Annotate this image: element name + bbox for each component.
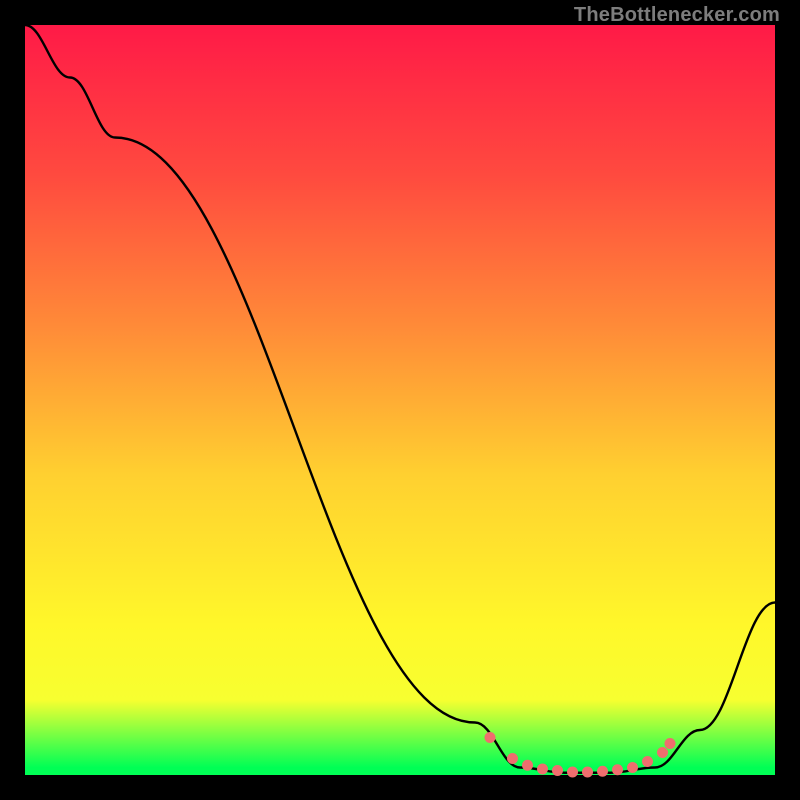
optimal-range-marker	[522, 760, 533, 771]
optimal-range-marker	[612, 764, 623, 775]
optimal-range-marker	[552, 765, 563, 776]
optimal-range-marker	[627, 762, 638, 773]
optimal-range-marker	[642, 756, 653, 767]
bottleneck-chart-svg	[25, 25, 775, 775]
optimal-range-marker	[657, 747, 668, 758]
optimal-range-markers	[485, 732, 676, 778]
attribution-label: TheBottlenecker.com	[574, 4, 780, 27]
optimal-range-marker	[665, 738, 676, 749]
optimal-range-marker	[582, 767, 593, 778]
optimal-range-marker	[507, 753, 518, 764]
optimal-range-marker	[485, 732, 496, 743]
optimal-range-marker	[597, 766, 608, 777]
chart-container: TheBottlenecker.com	[0, 0, 800, 800]
optimal-range-marker	[537, 764, 548, 775]
optimal-range-marker	[567, 767, 578, 778]
bottleneck-curve	[25, 25, 775, 773]
